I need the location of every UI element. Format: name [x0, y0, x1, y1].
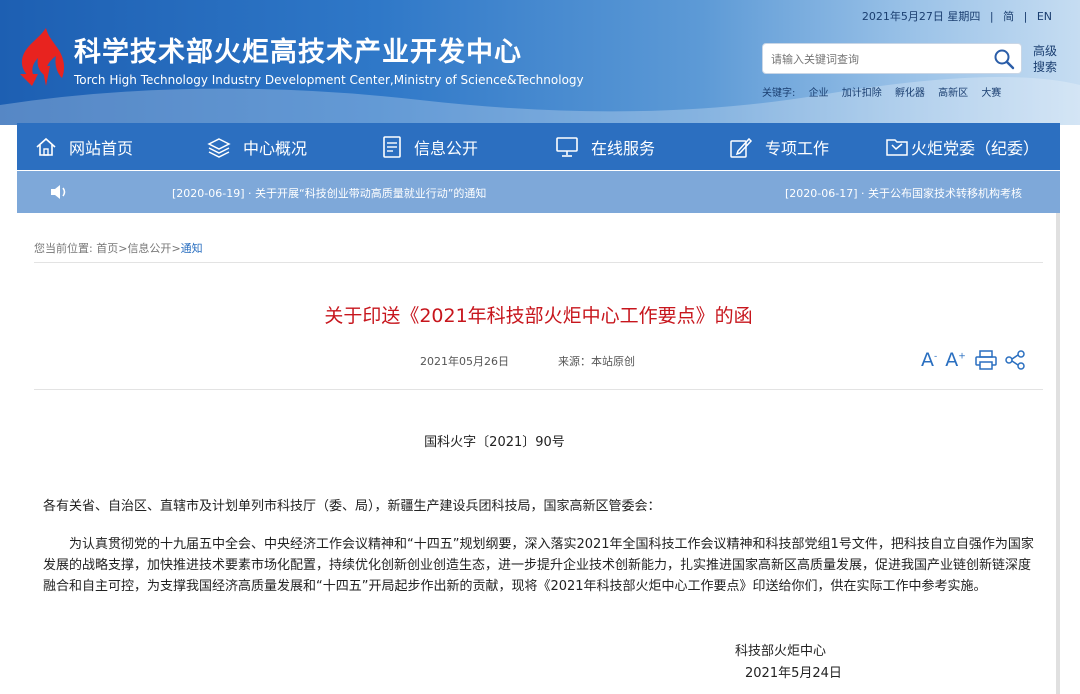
article-date: 2021年05月26日 — [420, 355, 509, 368]
document-number: 国科火字〔2021〕90号 — [424, 435, 565, 450]
breadcrumb-label: 您当前位置: — [34, 242, 93, 255]
site-title: 科学技术部火炬高技术产业开发中心 — [74, 37, 522, 68]
lang-simplified-link[interactable]: 简 — [1003, 10, 1014, 23]
divider — [34, 262, 1043, 263]
article-container: 您当前位置: 首页>信息公开>通知 关于印送《2021年科技部火炬中心工作要点》… — [17, 213, 1060, 694]
nav-label: 网站首页 — [69, 138, 134, 158]
salutation: 各有关省、自治区、直辖市及计划单列市科技厅（委、局），新疆生产建设兵团科技局，国… — [43, 499, 661, 514]
flag-book-icon — [886, 138, 908, 156]
keywords-label: 关键字: — [762, 88, 796, 99]
site-subtitle: Torch High Technology Industry Developme… — [74, 73, 584, 87]
search-icon[interactable] — [993, 48, 1015, 70]
nav-label: 信息公开 — [414, 138, 479, 158]
lang-en-link[interactable]: EN — [1037, 10, 1052, 23]
document-icon — [383, 135, 401, 158]
breadcrumb-home[interactable]: 首页 — [96, 242, 118, 255]
signature-date: 2021年5月24日 — [745, 666, 842, 681]
search-box — [762, 43, 1022, 74]
monitor-icon — [556, 136, 578, 157]
nav-item-special[interactable]: 专项工作 — [729, 123, 829, 170]
notice-link[interactable]: [2020-06-17] · 关于公布国家技术转移机构考核 — [785, 185, 1060, 201]
nav-label: 在线服务 — [591, 138, 656, 158]
article-title: 关于印送《2021年科技部火炬中心工作要点》的函 — [324, 305, 753, 327]
nav-item-home[interactable]: 网站首页 — [35, 123, 133, 170]
pen-icon — [730, 137, 753, 158]
scrollbar[interactable] — [1056, 213, 1060, 694]
divider — [34, 389, 1043, 390]
layers-icon — [207, 137, 231, 158]
main-nav: 网站首页 中心概况 信息公开 在线服务 专项工作 火炬党委（纪委） — [17, 123, 1060, 170]
current-date: 2021年5月27日 星期四 — [861, 10, 981, 23]
article-source: 来源：本站原创 — [558, 355, 635, 368]
notice-bar: [2020-06-19] · 关于开展“科技创业带动高质量就业行动”的通知 [2… — [17, 171, 1060, 213]
keyword-link[interactable]: 高新区 — [938, 88, 968, 99]
search-input[interactable] — [771, 50, 981, 68]
nav-item-overview[interactable]: 中心概况 — [207, 123, 307, 170]
nav-label: 专项工作 — [765, 138, 830, 158]
keyword-link[interactable]: 大赛 — [981, 88, 1001, 99]
home-icon — [36, 137, 56, 156]
nav-item-party[interactable]: 火炬党委（纪委） — [885, 123, 1039, 170]
separator: | — [1023, 10, 1028, 23]
font-larger-button[interactable]: A+ — [945, 349, 966, 371]
nav-label: 中心概况 — [243, 138, 308, 158]
keyword-link[interactable]: 企业 — [809, 88, 829, 99]
keyword-link[interactable]: 孵化器 — [895, 88, 925, 99]
nav-item-info[interactable]: 信息公开 — [382, 123, 478, 170]
speaker-icon — [51, 185, 66, 199]
signature: 科技部火炬中心 — [735, 644, 827, 659]
nav-item-service[interactable]: 在线服务 — [555, 123, 655, 170]
share-icon[interactable] — [1004, 349, 1026, 371]
breadcrumb-current[interactable]: 通知 — [181, 242, 203, 255]
nav-label: 火炬党委（纪委） — [911, 138, 1040, 158]
font-larger-label: A — [945, 349, 959, 371]
site-header: 科学技术部火炬高技术产业开发中心 Torch High Technology I… — [0, 0, 1080, 125]
article-tools: A- A+ — [921, 349, 1032, 371]
breadcrumb-section[interactable]: 信息公开 — [127, 242, 171, 255]
font-smaller-button[interactable]: A- — [921, 349, 937, 371]
separator: | — [989, 10, 994, 23]
keyword-link[interactable]: 加计扣除 — [842, 88, 882, 99]
breadcrumb: 您当前位置: 首页>信息公开>通知 — [34, 240, 203, 256]
print-icon[interactable] — [974, 349, 998, 371]
breadcrumb-separator: > — [171, 242, 181, 255]
torch-logo-icon[interactable] — [16, 26, 68, 88]
hot-keywords: 关键字: 企业 加计扣除 孵化器 高新区 大赛 — [762, 84, 1011, 99]
advanced-search-link[interactable]: 高级搜索 — [1033, 43, 1059, 75]
article-body: 为认真贯彻党的十九届五中全会、中央经济工作会议精神和“十四五”规划纲要，深入落实… — [43, 537, 1034, 594]
top-info-bar: 2021年5月27日 星期四 | 简 | EN — [862, 8, 1052, 24]
font-smaller-label: A — [921, 349, 934, 371]
notice-link[interactable]: [2020-06-19] · 关于开展“科技创业带动高质量就业行动”的通知 — [172, 185, 486, 201]
